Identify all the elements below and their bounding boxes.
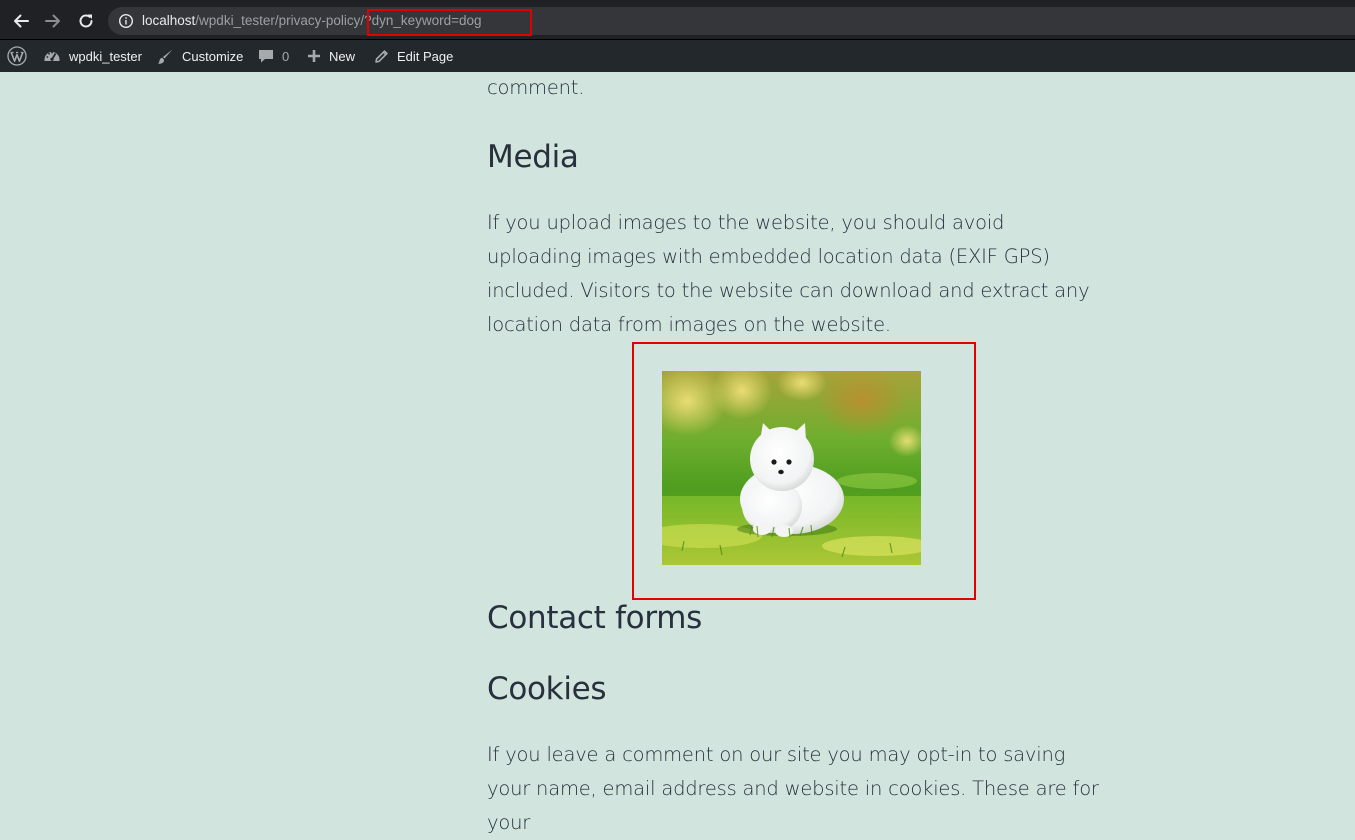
media-heading: Media (487, 139, 579, 175)
comments-count: 0 (282, 48, 290, 64)
arrow-right-icon (45, 14, 60, 28)
reload-icon (79, 14, 93, 28)
media-paragraph: If you upload images to the website, you… (487, 211, 1090, 336)
site-name-menu[interactable]: wpdki_tester (43, 40, 142, 72)
cookies-paragraph: If you leave a comment on our site you m… (487, 743, 1099, 834)
dashboard-icon (44, 51, 60, 61)
brush-icon (157, 49, 173, 64)
url-query: /?dyn_keyword=dog (360, 13, 482, 28)
wordpress-logo-icon (7, 46, 27, 66)
pencil-icon (375, 49, 388, 63)
comment-bubble-icon (259, 50, 273, 63)
wordpress-menu[interactable] (7, 40, 35, 72)
forward-button[interactable] (40, 8, 66, 34)
arrow-left-icon (14, 14, 29, 28)
wp-admin-bar: wpdki_tester Customize 0 New Edit Page (0, 40, 1355, 72)
contact-forms-heading: Contact forms (487, 600, 702, 636)
url-host: localhost (142, 13, 196, 28)
plus-icon (308, 50, 320, 62)
customize-label: Customize (182, 48, 244, 64)
back-button[interactable] (8, 8, 34, 34)
address-bar[interactable]: localhost/wpdki_tester/privacy-policy/?d… (108, 7, 1355, 35)
edit-page-label: Edit Page (397, 48, 454, 64)
cookies-heading: Cookies (487, 671, 607, 707)
new-label: New (329, 48, 356, 64)
browser-toolbar: localhost/wpdki_tester/privacy-policy/?d… (0, 0, 1355, 40)
site-name-label: wpdki_tester (69, 48, 142, 64)
dog-image (662, 371, 921, 565)
url-path: /wpdki_tester/privacy-policy (195, 13, 361, 28)
edit-page-link[interactable]: Edit Page (374, 40, 453, 72)
comments-link[interactable]: 0 (258, 40, 289, 72)
customize-link[interactable]: Customize (157, 40, 243, 72)
previous-paragraph-tail: comment. (487, 76, 585, 99)
info-icon[interactable] (118, 13, 134, 29)
reload-button[interactable] (73, 8, 99, 34)
url-text[interactable]: localhost/wpdki_tester/privacy-policy/?d… (142, 13, 482, 29)
new-content-menu[interactable]: New (307, 40, 355, 72)
